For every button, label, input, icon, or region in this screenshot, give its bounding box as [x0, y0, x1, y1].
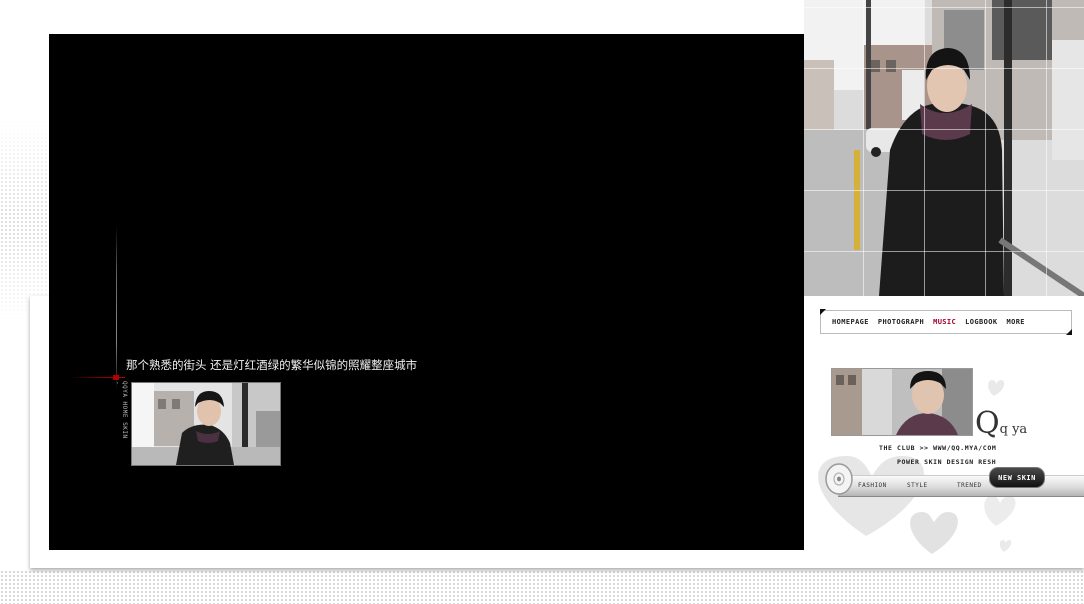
vertical-divider — [116, 225, 117, 390]
brand-small-text: q ya — [999, 422, 1028, 437]
brand-big-letter: Q — [975, 406, 1000, 441]
profile-image — [832, 369, 972, 435]
nav-item-music[interactable]: MUSIC — [930, 316, 959, 328]
club-link[interactable]: THE CLUB >> WWW/QQ.MYA/COM — [879, 444, 996, 452]
halftone-dots-bottom — [0, 570, 1084, 604]
nav-item-photograph[interactable]: PHOTOGRAPH — [875, 316, 927, 328]
bar-item-style[interactable]: STYLE — [907, 482, 928, 489]
hero-street-photo — [804, 0, 1084, 296]
red-marker — [113, 375, 119, 380]
cd-disc-icon — [825, 463, 853, 495]
nav-item-more[interactable]: MORE — [1003, 316, 1027, 328]
vertical-skin-label: QQYA HOME SKIN - — [114, 381, 128, 439]
nav-item-logbook[interactable]: LOGBOOK — [962, 316, 1000, 328]
new-skin-button[interactable]: NEW SKIN — [989, 467, 1045, 488]
nav-item-homepage[interactable]: HOMEPAGE — [829, 316, 872, 328]
media-player-area[interactable] — [49, 34, 804, 550]
tagline: POWER SKIN DESIGN RESH — [897, 458, 997, 466]
bottom-bar: ∷ FASHION STYLE TRENED — [838, 475, 1084, 497]
nav-corner-top-left — [820, 309, 826, 315]
bar-item-trened[interactable]: TRENED — [957, 482, 982, 489]
brand-logo: Qq ya — [975, 406, 1027, 441]
thumbnail-photo[interactable] — [131, 382, 281, 466]
player-caption: 那个熟悉的街头 还是灯红酒绿的繁华似锦的照耀整座城市 — [126, 358, 418, 372]
bar-item-fashion[interactable]: FASHION — [858, 482, 887, 489]
profile-photo[interactable] — [831, 368, 973, 436]
nav-corner-bottom-right — [1066, 329, 1072, 335]
hero-grid-overlay — [804, 0, 1084, 296]
thumbnail-image — [132, 383, 280, 465]
main-nav: HOMEPAGE PHOTOGRAPH MUSIC LOGBOOK MORE — [820, 310, 1072, 334]
